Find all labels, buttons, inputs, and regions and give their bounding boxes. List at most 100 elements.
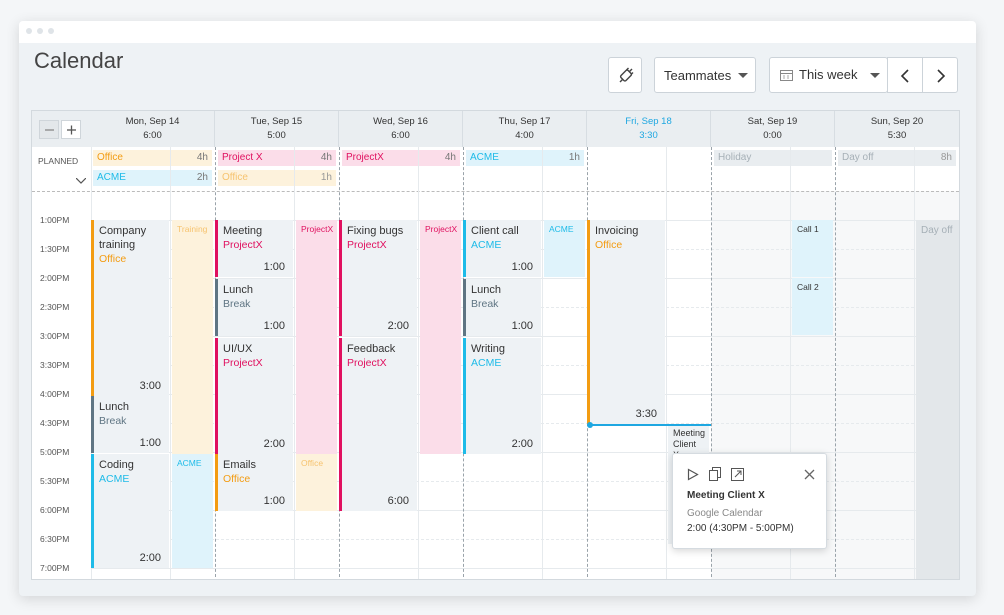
day-label: Tue, Sep 15	[250, 116, 303, 127]
day-total: 6:00	[143, 130, 162, 141]
color-bar	[215, 220, 218, 277]
entry-duration: 2:00	[387, 320, 409, 332]
entry-duration: 1:00	[263, 495, 285, 507]
time-entry[interactable]: UI/UX ProjectX 2:00	[215, 338, 293, 454]
day-total: 5:30	[887, 130, 907, 141]
current-time-line	[589, 424, 711, 426]
entry-project: Break	[99, 415, 127, 427]
time-entry[interactable]: Client call ACME 1:00	[463, 220, 541, 277]
integration-button[interactable]	[608, 57, 642, 93]
planned-strip[interactable]: Day off	[916, 220, 959, 579]
page-title: Calendar	[34, 48, 124, 73]
day-label: Fri, Sep 18	[625, 116, 672, 127]
time-label: 2:00PM	[40, 273, 70, 283]
entry-project: ProjectX	[347, 239, 387, 251]
date-range-dropdown[interactable]: This week	[769, 57, 888, 93]
time-entry[interactable]: Feedback ProjectX 6:00	[339, 338, 417, 511]
day-header[interactable]: Sat, Sep 19 0:00	[711, 111, 835, 147]
time-entry[interactable]: Writing ACME 2:00	[463, 338, 541, 454]
zoom-in-button[interactable]	[61, 120, 81, 139]
day-header[interactable]: Mon, Sep 14 6:00	[91, 111, 215, 147]
plus-icon	[67, 125, 76, 135]
entry-duration: 1:00	[511, 320, 533, 332]
chip-hours: 4h	[320, 152, 332, 163]
day-total: 0:00	[763, 130, 782, 141]
time-entry[interactable]: Lunch Break 1:00	[463, 279, 541, 336]
teammates-label: Teammates	[664, 68, 732, 83]
time-entry[interactable]: Fixing bugs ProjectX 2:00	[339, 220, 417, 336]
color-bar	[463, 338, 466, 454]
day-header[interactable]: Thu, Sep 17 4:00	[463, 111, 587, 147]
close-icon[interactable]	[804, 469, 815, 480]
day-header[interactable]: Sun, Sep 20 5:30	[835, 111, 959, 147]
day-total: 5:00	[267, 130, 286, 141]
time-entry[interactable]: Invoicing Office 3:30	[587, 220, 665, 424]
day-divider	[835, 147, 836, 579]
entry-duration: 3:00	[139, 380, 161, 392]
play-icon[interactable]	[687, 468, 699, 481]
planned-strip[interactable]: ProjectX	[296, 220, 337, 454]
planned-chip[interactable]: Holiday	[714, 150, 832, 166]
subcolumn-line	[294, 147, 295, 579]
planned-strip[interactable]: Office	[296, 454, 337, 511]
zoom-controls	[32, 111, 92, 147]
calendar-icon	[780, 70, 793, 81]
time-label: 3:00PM	[40, 331, 70, 341]
chip-name: Holiday	[718, 152, 752, 163]
chip-name: ACME	[470, 152, 499, 163]
time-entry[interactable]: Coding ACME 2:00	[91, 454, 169, 568]
time-entry[interactable]: Lunch Break 1:00	[91, 396, 169, 453]
time-label: 1:30PM	[40, 244, 70, 254]
entry-project: ACME	[471, 239, 502, 251]
planned-strip[interactable]: ACME	[172, 454, 213, 568]
planned-chip[interactable]: Office 4h	[93, 150, 212, 166]
planned-chip[interactable]: Office 1h	[218, 170, 336, 186]
planned-strip[interactable]: Training	[172, 220, 213, 454]
entry-project: ProjectX	[347, 357, 387, 369]
subcolumn-line	[914, 147, 915, 579]
entry-title: Emails	[223, 459, 257, 471]
app-window: Calendar Teammates This week Mon, Sep 14…	[19, 21, 976, 596]
planned-chip[interactable]: Day off 8h	[838, 150, 956, 166]
planned-chip[interactable]: ACME 2h	[93, 170, 212, 186]
time-label: 4:00PM	[40, 389, 70, 399]
planned-chip[interactable]: ProjectX 4h	[342, 150, 460, 166]
window-titlebar	[19, 21, 976, 43]
entry-title: Fixing bugs	[347, 225, 404, 237]
planned-strip[interactable]: ProjectX	[420, 220, 461, 454]
copy-icon[interactable]	[709, 467, 721, 481]
open-external-icon[interactable]	[731, 468, 744, 481]
calendar-event-strip[interactable]: Call 2	[792, 278, 833, 335]
popup-time: 2:00 (4:30PM - 5:00PM)	[687, 523, 794, 534]
planned-chip[interactable]: Project X 4h	[218, 150, 336, 166]
day-header-today[interactable]: Fri, Sep 18 3:30	[587, 111, 711, 147]
planned-strip[interactable]: ACME	[544, 220, 585, 277]
date-range-label: This week	[799, 67, 858, 82]
hour-line	[91, 568, 959, 569]
day-header[interactable]: Tue, Sep 15 5:00	[215, 111, 339, 147]
entry-project: ProjectX	[223, 239, 263, 251]
minus-icon	[45, 129, 54, 131]
entry-project: Office	[223, 473, 251, 485]
entry-duration: 1:00	[263, 261, 285, 273]
teammates-dropdown[interactable]: Teammates	[654, 57, 756, 93]
day-header[interactable]: Wed, Sep 16 6:00	[339, 111, 463, 147]
zoom-out-button[interactable]	[39, 120, 59, 139]
planned-chip[interactable]: ACME 1h	[466, 150, 584, 166]
next-week-button[interactable]	[922, 57, 958, 93]
time-entry[interactable]: Lunch Break 1:00	[215, 279, 293, 336]
day-label: Sat, Sep 19	[747, 116, 798, 127]
time-entry[interactable]: Meeting ProjectX 1:00	[215, 220, 293, 277]
entry-duration: 2:00	[263, 438, 285, 450]
chevron-left-icon	[900, 69, 909, 83]
color-bar	[91, 396, 94, 453]
calendar-event-strip[interactable]: Call 1	[792, 220, 833, 277]
prev-week-button[interactable]	[887, 57, 923, 93]
entry-project: ACME	[471, 357, 502, 369]
time-entry[interactable]: Company training Office 3:00	[91, 220, 169, 396]
time-entry[interactable]: Emails Office 1:00	[215, 454, 293, 511]
entry-project: ProjectX	[223, 357, 263, 369]
color-bar	[463, 279, 466, 336]
chevron-down-icon[interactable]	[76, 178, 86, 184]
entry-duration: 1:00	[511, 261, 533, 273]
